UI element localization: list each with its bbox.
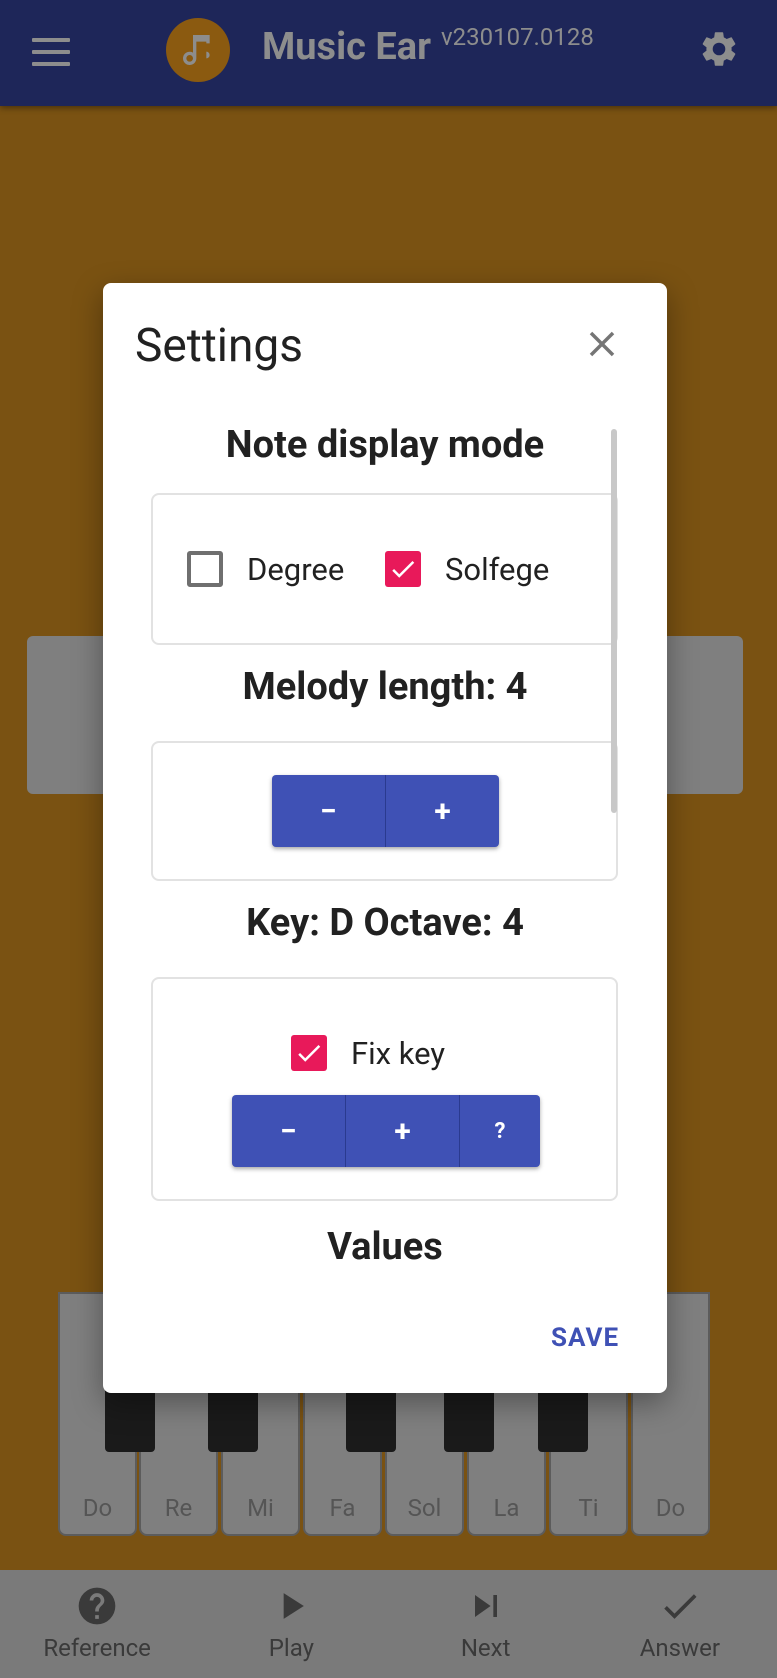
key-label: Do — [82, 1494, 113, 1522]
key-label: Mi — [247, 1494, 274, 1522]
nav-next[interactable]: Next — [389, 1570, 583, 1678]
key-help-button[interactable]: ? — [460, 1095, 540, 1167]
key-stepper: − + ? — [232, 1095, 540, 1167]
play-icon — [284, 1593, 305, 1619]
close-icon[interactable] — [581, 323, 623, 365]
key-label: Sol — [407, 1494, 442, 1522]
nav-play[interactable]: Play — [194, 1570, 388, 1678]
check-icon — [664, 1594, 697, 1619]
degree-label: Degree — [247, 551, 345, 588]
dialog-title: Settings — [135, 319, 303, 373]
settings-dialog: Settings Note display mode Degree Solfeg… — [103, 283, 667, 1393]
nav-label: Play — [268, 1634, 314, 1662]
app-bar: Music Ear v230107.0128 — [0, 0, 777, 106]
app-title: Music Ear — [262, 25, 431, 69]
music-note-icon — [166, 18, 230, 82]
note-display-box: Degree Solfege — [151, 493, 618, 645]
fix-key-label: Fix key — [351, 1035, 446, 1072]
key-label: La — [493, 1494, 520, 1522]
solfege-label: Solfege — [445, 551, 550, 588]
key-label: Do — [655, 1494, 686, 1522]
nav-label: Next — [460, 1634, 511, 1662]
nav-label: Answer — [639, 1634, 720, 1662]
melody-length-box: − + — [151, 741, 618, 881]
melody-length-stepper: − + — [272, 775, 499, 847]
key-label: Fa — [329, 1494, 356, 1522]
key-title: Key: D Octave: 4 — [246, 901, 524, 945]
melody-length-title: Melody length: 4 — [242, 665, 528, 709]
note-display-title: Note display mode — [225, 423, 545, 467]
gear-icon[interactable] — [698, 28, 740, 70]
key-label: Ti — [578, 1494, 599, 1522]
melody-length-decrease-button[interactable]: − — [272, 775, 386, 847]
nav-reference[interactable]: Reference — [0, 1570, 194, 1678]
save-button[interactable]: SAVE — [551, 1323, 619, 1353]
key-box: Fix key − + ? — [151, 977, 618, 1201]
scrollbar[interactable] — [611, 429, 617, 813]
key-increase-button[interactable]: + — [346, 1095, 460, 1167]
skip-next-icon — [474, 1595, 497, 1617]
settings-scroll-area[interactable]: Note display mode Degree Solfege Melody … — [103, 423, 667, 1313]
app-version: v230107.0128 — [441, 23, 594, 51]
fix-key-checkbox[interactable] — [291, 1035, 327, 1071]
bottom-navigation: Reference Play Next Answer — [0, 1570, 777, 1678]
check-icon — [392, 560, 415, 578]
help-circle-icon — [78, 1587, 116, 1625]
check-icon — [298, 1044, 321, 1062]
melody-length-increase-button[interactable]: + — [386, 775, 499, 847]
solfege-checkbox[interactable] — [385, 551, 421, 587]
degree-checkbox[interactable] — [187, 551, 223, 587]
key-decrease-button[interactable]: − — [232, 1095, 346, 1167]
values-title: Values — [327, 1225, 443, 1269]
key-label: Re — [164, 1494, 193, 1522]
menu-icon[interactable] — [32, 38, 70, 66]
nav-label: Reference — [43, 1634, 151, 1662]
nav-answer[interactable]: Answer — [583, 1570, 777, 1678]
